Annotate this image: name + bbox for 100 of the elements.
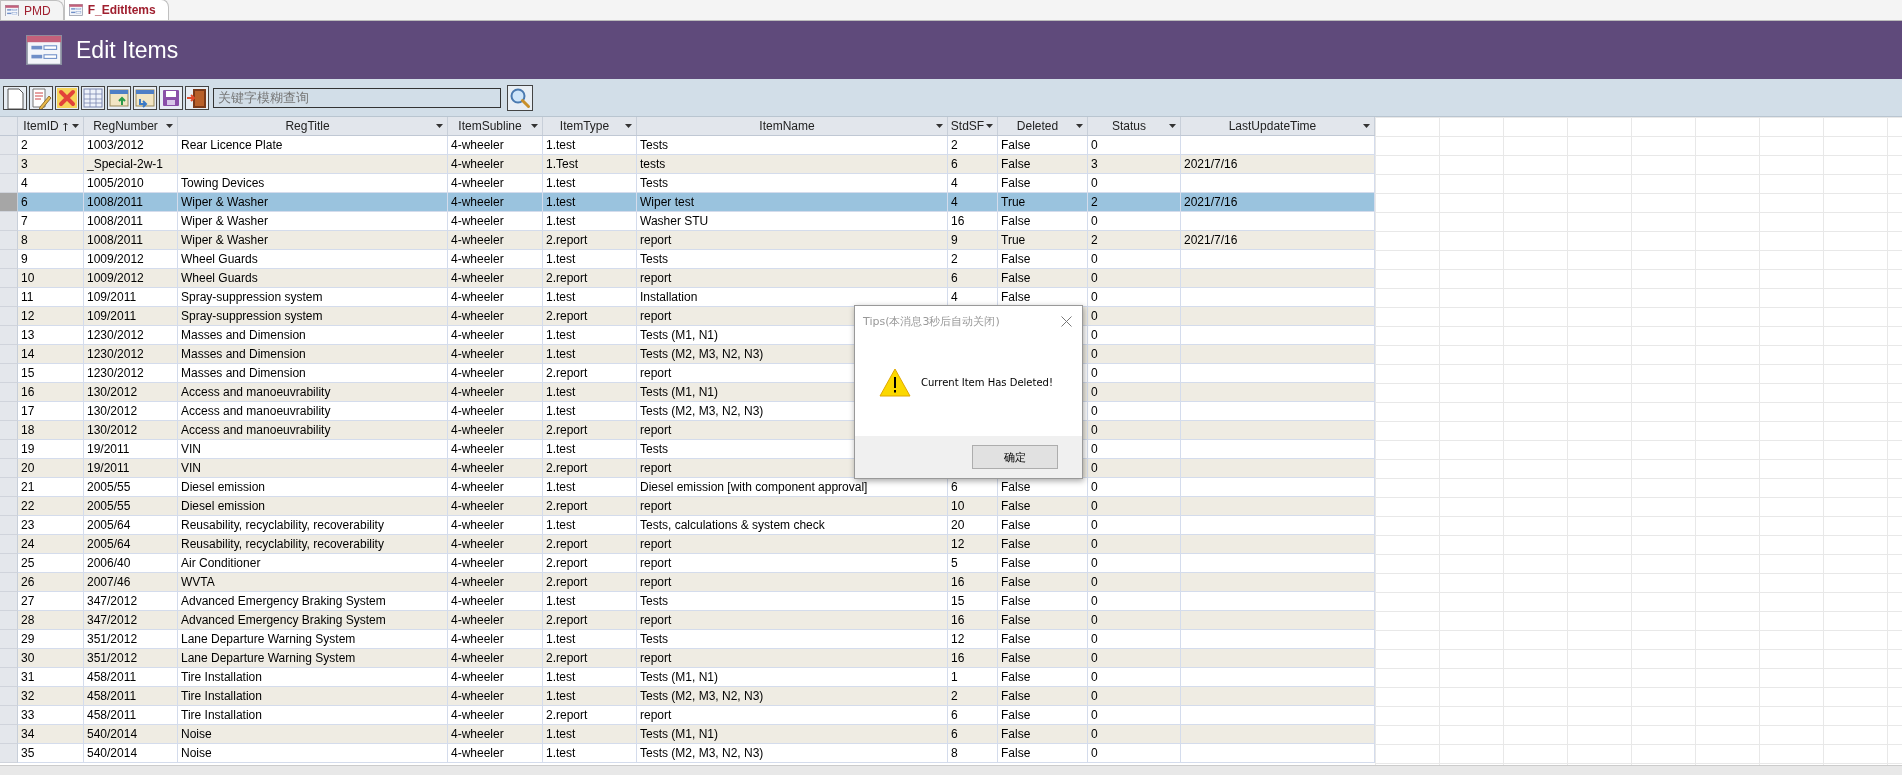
dropdown-arrow-icon xyxy=(986,124,993,128)
table-cell: 4-wheeler xyxy=(448,744,543,763)
sort-ascending-icon xyxy=(62,121,68,131)
column-header[interactable]: Deleted xyxy=(998,117,1088,135)
toolbar-button[interactable] xyxy=(133,85,157,110)
row-selector[interactable] xyxy=(0,288,18,307)
table-row[interactable]: 34 540/2014 Noise 4-wheeler 1.test Tests (M1, N1) 6 False 0 xyxy=(0,725,1375,744)
row-selector[interactable] xyxy=(0,440,18,459)
row-selector[interactable] xyxy=(0,573,18,592)
column-header[interactable]: ItemSubline xyxy=(448,117,543,135)
row-selector[interactable] xyxy=(0,193,18,212)
blank-page-icon xyxy=(7,88,24,109)
table-cell: 8 xyxy=(948,744,998,763)
import-icon xyxy=(109,89,129,106)
row-selector[interactable] xyxy=(0,231,18,250)
row-selector[interactable] xyxy=(0,421,18,440)
table-row[interactable]: 30 351/2012 Lane Departure Warning System 4-wheeler 2.report report 16 False 0 xyxy=(0,649,1375,668)
toolbar-button[interactable] xyxy=(81,85,105,110)
row-selector[interactable] xyxy=(0,383,18,402)
column-header[interactable]: RegTitle xyxy=(178,117,448,135)
dropdown-arrow-icon xyxy=(531,124,538,128)
table-row[interactable]: 6 1008/2011 Wiper & Washer 4-wheeler 1.test Wiper test 4 True 2 2021/7/16 xyxy=(0,193,1375,212)
row-selector[interactable] xyxy=(0,687,18,706)
row-selector[interactable] xyxy=(0,592,18,611)
toolbar-button[interactable] xyxy=(29,85,53,110)
table-row[interactable]: 23 2005/64 Reusability, recyclability, recoverability 4-wheeler 1.test Tests, calculations & system check 20 False 0 xyxy=(0,516,1375,535)
table-cell: 0 xyxy=(1088,744,1181,763)
close-icon xyxy=(1061,315,1072,327)
form-title: Edit Items xyxy=(76,36,179,64)
row-selector[interactable] xyxy=(0,402,18,421)
column-header[interactable]: StdSF xyxy=(948,117,998,135)
table-row[interactable]: 31 458/2011 Tire Installation 4-wheeler 1.test Tests (M1, N1) 1 False 0 xyxy=(0,668,1375,687)
row-selector[interactable] xyxy=(0,668,18,687)
row-selector[interactable] xyxy=(0,535,18,554)
table-row[interactable]: 10 1009/2012 Wheel Guards 4-wheeler 2.report report 6 False 0 xyxy=(0,269,1375,288)
ok-button[interactable]: 确定 xyxy=(972,445,1058,469)
grid-icon xyxy=(83,88,103,107)
table-row[interactable]: 29 351/2012 Lane Departure Warning System 4-wheeler 1.test Tests 12 False 0 xyxy=(0,630,1375,649)
table-row[interactable]: 4 1005/2010 Towing Devices 4-wheeler 1.test Tests 4 False 0 xyxy=(0,174,1375,193)
row-selector[interactable] xyxy=(0,136,18,155)
table-row[interactable]: 25 2006/40 Air Conditioner 4-wheeler 2.report report 5 False 0 xyxy=(0,554,1375,573)
table-row[interactable]: 28 347/2012 Advanced Emergency Braking System 4-wheeler 2.report report 16 False 0 xyxy=(0,611,1375,630)
search-button[interactable] xyxy=(507,84,533,111)
search-field[interactable]: 关键字模糊查询 xyxy=(213,87,501,108)
row-selector[interactable] xyxy=(0,269,18,288)
table-row[interactable]: 22 2005/55 Diesel emission 4-wheeler 2.report report 10 False 0 xyxy=(0,497,1375,516)
row-selector[interactable] xyxy=(0,725,18,744)
column-header[interactable]: ItemName xyxy=(637,117,948,135)
table-row[interactable]: 7 1008/2011 Wiper & Washer 4-wheeler 1.test Washer STU 16 False 0 xyxy=(0,212,1375,231)
row-selector[interactable] xyxy=(0,250,18,269)
row-selector[interactable] xyxy=(0,630,18,649)
tab[interactable]: PMD xyxy=(0,0,64,20)
table-row[interactable]: 8 1008/2011 Wiper & Washer 4-wheeler 2.report report 9 True 2 2021/7/16 xyxy=(0,231,1375,250)
row-selector[interactable] xyxy=(0,649,18,668)
row-selector[interactable] xyxy=(0,155,18,174)
table-row[interactable]: 24 2005/64 Reusability, recyclability, recoverability 4-wheeler 2.report report 12 False 0 xyxy=(0,535,1375,554)
table-row[interactable]: 21 2005/55 Diesel emission 4-wheeler 1.test Diesel emission [with component approval] 6 False 0 xyxy=(0,478,1375,497)
row-selector[interactable] xyxy=(0,611,18,630)
toolbar-button[interactable] xyxy=(159,85,183,110)
table-cell: 35 xyxy=(18,744,84,763)
row-selector[interactable] xyxy=(0,744,18,763)
close-button[interactable] xyxy=(1059,313,1074,329)
form-icon xyxy=(68,4,83,16)
toolbar-button[interactable] xyxy=(3,85,27,110)
row-selector[interactable] xyxy=(0,478,18,497)
row-selector[interactable] xyxy=(0,364,18,383)
column-header[interactable]: Status xyxy=(1088,117,1181,135)
toolbar-button[interactable] xyxy=(55,85,79,110)
table-row[interactable]: 9 1009/2012 Wheel Guards 4-wheeler 1.test Tests 2 False 0 xyxy=(0,250,1375,269)
row-selector[interactable] xyxy=(0,706,18,725)
toolbar-button[interactable] xyxy=(185,85,209,110)
table-cell: 1.test xyxy=(543,744,637,763)
row-selector[interactable] xyxy=(0,516,18,535)
table-row[interactable]: 3 _Special-2w-1 4-wheeler 1.Test tests 6 False 3 2021/7/16 xyxy=(0,155,1375,174)
column-header[interactable]: LastUpdateTime xyxy=(1181,117,1375,135)
warning-icon xyxy=(879,367,911,397)
row-selector[interactable] xyxy=(0,554,18,573)
table-row[interactable]: 2 1003/2012 Rear Licence Plate 4-wheeler 1.test Tests 2 False 0 xyxy=(0,136,1375,155)
table-row[interactable]: 11 109/2011 Spray-suppression system 4-wheeler 1.test Installation 4 False 0 xyxy=(0,288,1375,307)
column-header[interactable]: ItemType xyxy=(543,117,637,135)
table-row[interactable]: 27 347/2012 Advanced Emergency Braking System 4-wheeler 1.test Tests 15 False 0 xyxy=(0,592,1375,611)
row-selector[interactable] xyxy=(0,497,18,516)
dropdown-arrow-icon xyxy=(436,124,443,128)
column-header[interactable]: RegNumber xyxy=(84,117,178,135)
table-cell: Noise xyxy=(178,744,448,763)
toolbar-button[interactable] xyxy=(107,85,131,110)
row-selector[interactable] xyxy=(0,307,18,326)
row-selector[interactable] xyxy=(0,174,18,193)
column-header[interactable]: ItemID xyxy=(18,117,84,135)
row-selector[interactable] xyxy=(0,345,18,364)
horizontal-scrollbar[interactable] xyxy=(0,765,1902,775)
row-selector[interactable] xyxy=(0,212,18,231)
table-row[interactable]: 33 458/2011 Tire Installation 4-wheeler 2.report report 6 False 0 xyxy=(0,706,1375,725)
row-selector[interactable] xyxy=(0,326,18,345)
row-selector[interactable] xyxy=(0,459,18,478)
table-row[interactable]: 26 2007/46 WVTA 4-wheeler 2.report report 16 False 0 xyxy=(0,573,1375,592)
table-row[interactable]: 35 540/2014 Noise 4-wheeler 1.test Tests (M2, M3, N2, N3) 8 False 0 xyxy=(0,744,1375,763)
tab[interactable]: F_EditItems xyxy=(63,0,169,20)
table-row[interactable]: 32 458/2011 Tire Installation 4-wheeler 1.test Tests (M2, M3, N2, N3) 2 False 0 xyxy=(0,687,1375,706)
dropdown-arrow-icon xyxy=(1169,124,1176,128)
